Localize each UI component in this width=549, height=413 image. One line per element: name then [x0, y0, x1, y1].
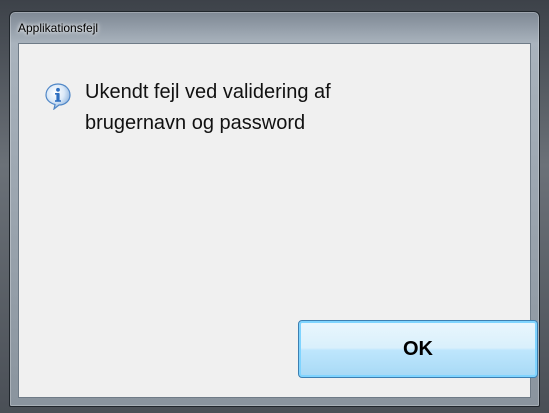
dialog-title: Applikationsfejl [18, 21, 99, 35]
dialog-client-area: Ukendt fejl ved validering af brugernavn… [18, 43, 538, 398]
error-dialog: Applikationsfejl Ukendt fejl ved valider… [9, 11, 540, 407]
error-message: Ukendt fejl ved validering af brugernavn… [85, 77, 505, 139]
title-bar[interactable]: Applikationsfejl [10, 12, 539, 42]
info-icon [44, 82, 72, 111]
message-line-1: Ukendt fejl ved validering af [85, 81, 331, 103]
message-line-2: brugernavn og password [85, 112, 306, 134]
ok-button[interactable]: OK [298, 320, 538, 378]
